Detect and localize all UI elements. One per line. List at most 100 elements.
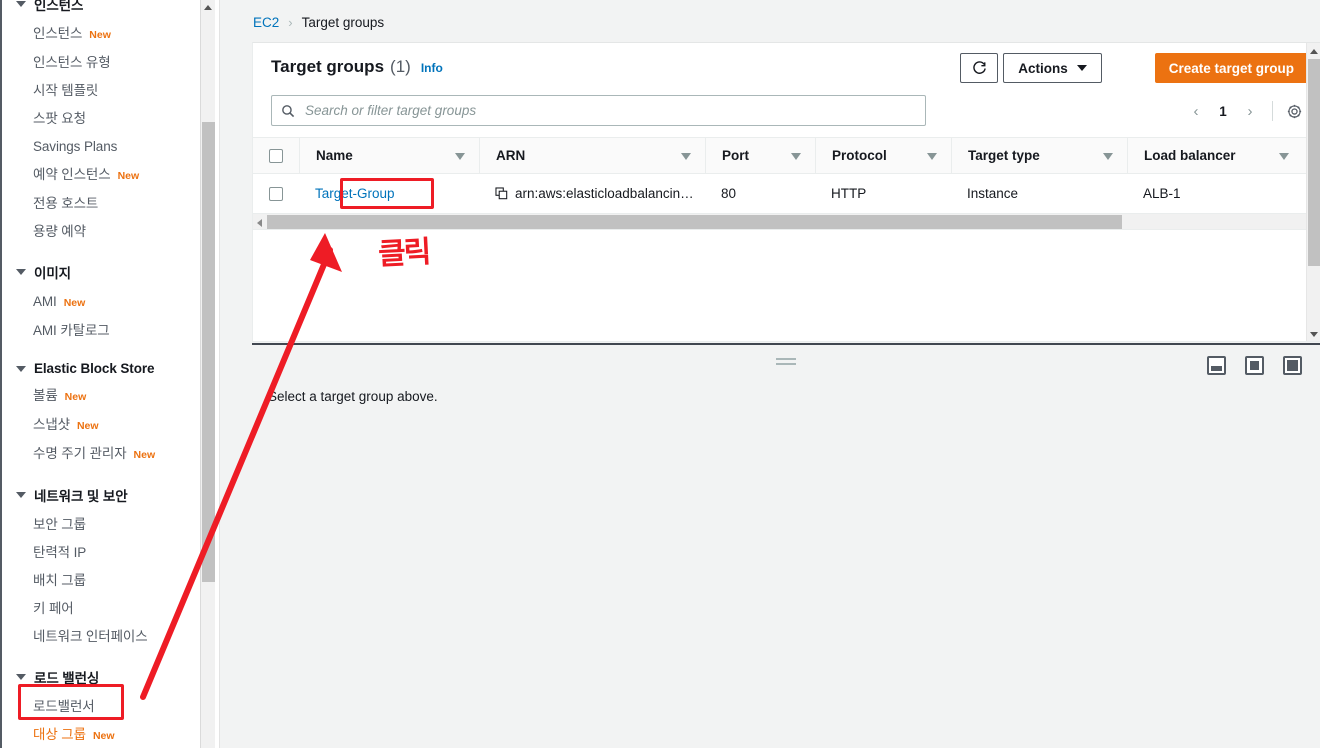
column-header-name[interactable]: Name [299, 137, 479, 174]
cell-load-balancer: ALB-1 [1143, 186, 1181, 201]
sidebar-item-load-balancers[interactable]: 로드밸런서 [2, 693, 200, 721]
sidebar-group-instances[interactable]: 인스턴스 [2, 0, 200, 20]
refresh-button[interactable] [960, 53, 998, 83]
column-label: Name [316, 148, 353, 163]
column-header-port[interactable]: Port [705, 137, 815, 174]
sort-caret-icon[interactable] [681, 152, 691, 160]
sidebar-item-label: 키 페어 [33, 601, 74, 616]
select-all-checkbox-cell [253, 148, 299, 163]
pagination-next-button[interactable]: › [1236, 97, 1264, 125]
sidebar-item-spot-requests[interactable]: 스팟 요청 [2, 105, 200, 133]
sort-caret-icon[interactable] [791, 152, 801, 160]
cell-name: Target-Group [299, 174, 479, 214]
gear-icon [1287, 104, 1301, 118]
sidebar-item-lifecycle-manager[interactable]: 수명 주기 관리자 New [2, 440, 200, 469]
horizontal-scrollbar-thumb[interactable] [267, 215, 1122, 229]
sidebar-item-instance-types[interactable]: 인스턴스 유형 [2, 49, 200, 77]
new-badge: New [117, 170, 140, 182]
actions-button[interactable]: Actions [1003, 53, 1102, 83]
split-panel-layout-controls [1207, 356, 1302, 375]
sidebar-item-ami[interactable]: AMI New [2, 288, 200, 317]
sidebar-item-key-pairs[interactable]: 키 페어 [2, 595, 200, 623]
sidebar-item-elastic-ips[interactable]: 탄력적 IP [2, 539, 200, 567]
sidebar-item-launch-templates[interactable]: 시작 템플릿 [2, 77, 200, 105]
sidebar-item-label: 수명 주기 관리자 [33, 446, 127, 461]
sidebar-scrollbar[interactable] [200, 0, 215, 748]
sort-caret-icon[interactable] [1279, 152, 1289, 160]
sidebar-item-volumes[interactable]: 볼륨 New [2, 382, 200, 411]
sidebar-group-elastic-block-store[interactable]: Elastic Block Store [2, 355, 200, 382]
cell-port: 80 [721, 186, 737, 201]
refresh-icon [972, 60, 986, 74]
search-input[interactable] [303, 102, 916, 119]
breadcrumb-item-target-groups[interactable]: Target groups [302, 15, 385, 30]
chevron-down-icon [16, 269, 26, 275]
info-link[interactable]: Info [421, 61, 443, 75]
sidebar-item-snapshots[interactable]: 스냅샷 New [2, 411, 200, 440]
split-panel-resize-handle[interactable] [776, 358, 796, 365]
row-checkbox[interactable] [269, 186, 283, 201]
sidebar-group-network-and-security[interactable]: 네트워크 및 보안 [2, 479, 200, 511]
target-group-link[interactable]: Target-Group [315, 186, 395, 201]
pagination-page-1[interactable]: 1 [1210, 104, 1236, 119]
search-box[interactable] [271, 95, 926, 126]
sidebar-item-dedicated-hosts[interactable]: 전용 호스트 [2, 190, 200, 218]
column-header-arn[interactable]: ARN [479, 137, 705, 174]
sidebar-item-network-interfaces[interactable]: 네트워크 인터페이스 [2, 623, 200, 651]
sidebar-item-placement-groups[interactable]: 배치 그룹 [2, 567, 200, 595]
create-button-label: Create target group [1168, 60, 1294, 76]
sidebar-group-label: Elastic Block Store [34, 361, 155, 376]
column-label: ARN [496, 148, 526, 163]
sidebar-item-target-groups[interactable]: 대상 그룹 New [2, 721, 200, 748]
table-preferences-button[interactable] [1281, 98, 1307, 124]
scroll-down-arrow-icon[interactable] [1310, 332, 1318, 337]
page-title: Target groups (1) Info [271, 57, 443, 77]
panel-center-icon[interactable] [1245, 356, 1264, 375]
select-all-checkbox[interactable] [269, 148, 283, 163]
panel-item-count: (1) [390, 57, 411, 76]
sidebar-item-security-groups[interactable]: 보안 그룹 [2, 511, 200, 539]
split-panel: Select a target group above. [252, 343, 1320, 748]
sort-caret-icon[interactable] [455, 152, 465, 160]
sidebar-group-load-balancing[interactable]: 로드 밸런싱 [2, 661, 200, 693]
pagination-prev-button[interactable]: ‹ [1182, 97, 1210, 125]
column-header-target-type[interactable]: Target type [951, 137, 1127, 174]
sidebar-item-label: AMI [33, 294, 57, 309]
table-header-row: Name ARN Port Protocol Target type Load … [253, 137, 1320, 174]
sidebar-item-savings-plans[interactable]: Savings Plans [2, 133, 200, 161]
scroll-up-arrow-icon[interactable] [204, 5, 212, 10]
sort-caret-icon[interactable] [927, 152, 937, 160]
target-groups-table: Name ARN Port Protocol Target type Load … [253, 137, 1320, 230]
create-target-group-button[interactable]: Create target group [1154, 53, 1308, 83]
sidebar-item-label: 스냅샷 [33, 417, 70, 432]
sidebar-item-capacity-reservations[interactable]: 용량 예약 [2, 218, 200, 246]
sidebar-item-instances[interactable]: 인스턴스 New [2, 20, 200, 49]
scrollbar-thumb[interactable] [202, 122, 215, 582]
table-row[interactable]: Target-Group arn:aws:elasticloadbalancin… [253, 174, 1320, 214]
new-badge: New [63, 297, 86, 309]
panel-full-icon[interactable] [1283, 356, 1302, 375]
column-header-protocol[interactable]: Protocol [815, 137, 951, 174]
sidebar-group-label: 로드 밸런싱 [34, 671, 100, 686]
sort-caret-icon[interactable] [1103, 152, 1113, 160]
column-header-load-balancer[interactable]: Load balancer [1127, 137, 1303, 174]
cell-arn: arn:aws:elasticloadbalancin… [479, 174, 705, 214]
chevron-down-icon [16, 365, 26, 372]
sidebar-item-ami-catalog[interactable]: AMI 카탈로그 [2, 317, 200, 345]
panel-bottom-icon[interactable] [1207, 356, 1226, 375]
scrollbar-thumb[interactable] [1308, 59, 1320, 266]
copy-icon[interactable] [495, 187, 508, 200]
sidebar-item-label: 탄력적 IP [33, 545, 87, 560]
sidebar-group-label: 이미지 [34, 266, 71, 281]
panel-vertical-scrollbar[interactable] [1306, 43, 1320, 341]
chevron-down-icon [16, 1, 26, 7]
sidebar-item-reserved-instances[interactable]: 예약 인스턴스 New [2, 161, 200, 190]
table-horizontal-scrollbar[interactable] [253, 214, 1320, 230]
sidebar-group-images[interactable]: 이미지 [2, 256, 200, 288]
breadcrumb: EC2 › Target groups [253, 15, 384, 30]
scroll-left-arrow-icon[interactable] [257, 219, 262, 227]
scroll-up-arrow-icon[interactable] [1310, 49, 1318, 54]
breadcrumb-item-ec2[interactable]: EC2 [253, 15, 279, 30]
